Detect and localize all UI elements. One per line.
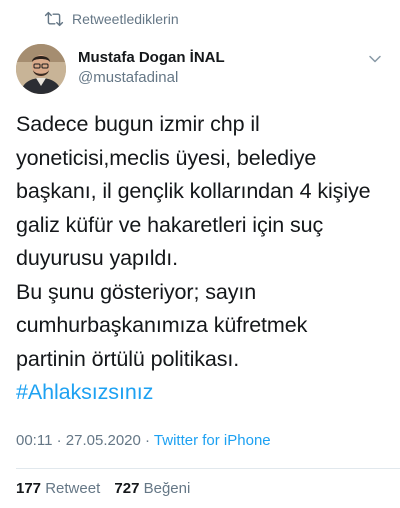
meta-separator: · <box>52 432 66 449</box>
meta-separator: · <box>140 432 154 449</box>
tweet-text: Sadece bugun izmir chp il yoneticisi,mec… <box>16 108 388 410</box>
tweet-text-line: Sadece bugun izmir chp il <box>16 112 260 136</box>
retweet-header-label: Retweetlediklerin <box>72 11 179 27</box>
retweets-stat[interactable]: 177 Retweet <box>16 480 100 497</box>
tweet-text-line: cumhurbaşkanımıza küfretmek <box>16 313 308 337</box>
tweet-text-line: galiz küfür ve hakaretleri için suç <box>16 212 324 237</box>
tweet-meta: 00:11 · 27.05.2020 · Twitter for iPhone <box>16 432 271 449</box>
avatar[interactable] <box>16 44 66 94</box>
tweet-stats: 177 Retweet 727 Beğeni <box>16 480 200 497</box>
retweet-header[interactable]: Retweetlediklerin <box>44 8 179 30</box>
tweet-date: 27.05.2020 <box>65 432 141 449</box>
retweets-label: Retweet <box>45 480 101 497</box>
chevron-down-icon[interactable] <box>368 52 382 66</box>
tweet-text-line: başkanı, il gençlik kollarından 4 kişiye <box>16 179 371 203</box>
divider <box>16 468 400 469</box>
tweet-time: 00:11 <box>16 432 53 449</box>
tweet-author: Mustafa Dogan İNAL @mustafadinal <box>16 44 384 96</box>
tweet-source-link[interactable]: Twitter for iPhone <box>154 432 271 449</box>
likes-stat[interactable]: 727 Beğeni <box>114 480 190 497</box>
retweets-count: 177 <box>16 480 42 497</box>
author-display-name[interactable]: Mustafa Dogan İNAL <box>78 48 225 68</box>
hashtag-link[interactable]: #Ahlaksızsınız <box>16 376 388 410</box>
tweet-text-line: yoneticisi,meclis üyesi, belediye <box>16 145 317 170</box>
likes-label: Beğeni <box>143 480 191 497</box>
retweet-icon <box>44 11 64 27</box>
tweet-text-line: partinin örtülü politikası. <box>16 346 240 371</box>
tweet-text-line: Bu şunu gösteriyor; sayın <box>16 279 257 304</box>
author-handle[interactable]: @mustafadinal <box>78 68 225 88</box>
likes-count: 727 <box>114 480 140 497</box>
tweet-text-line: duyurusu yapıldı. <box>16 246 179 270</box>
